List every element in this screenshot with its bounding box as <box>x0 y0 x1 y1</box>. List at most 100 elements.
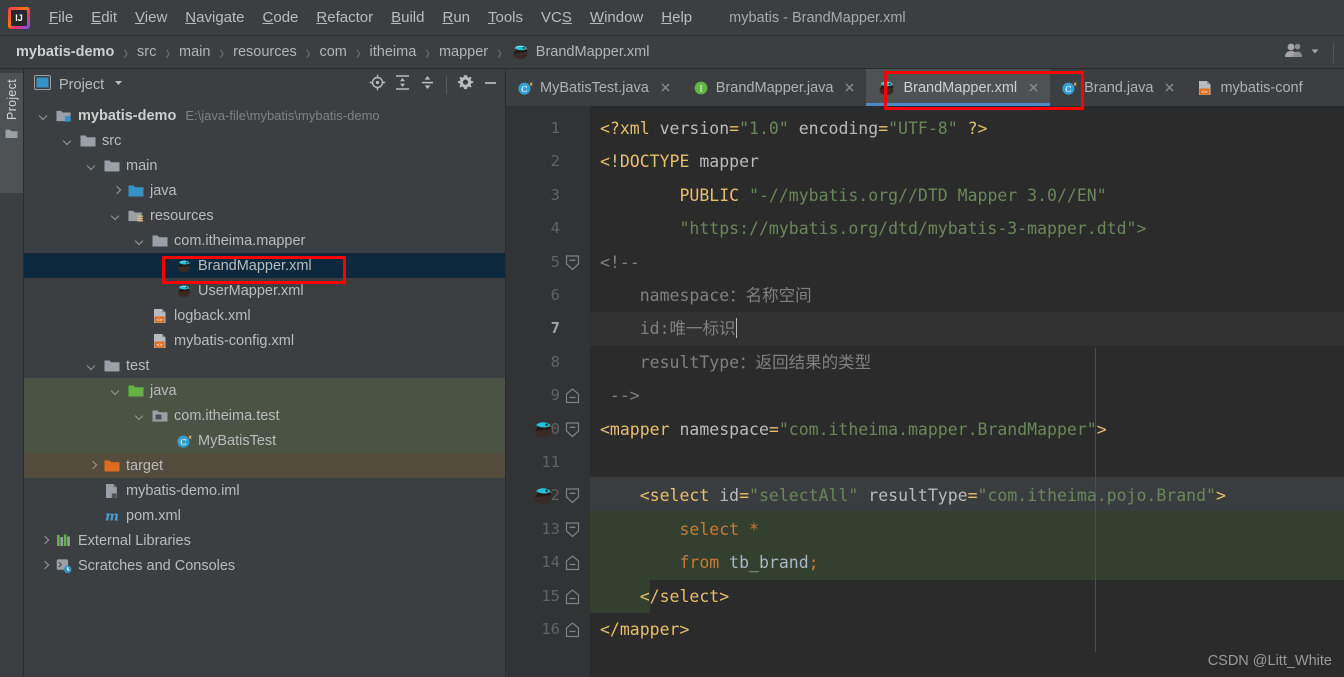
menu-item-build[interactable]: Build <box>382 6 433 29</box>
chevron-down-icon[interactable] <box>110 384 123 397</box>
tree-node-resources[interactable]: resources <box>24 203 505 228</box>
menu-item-run[interactable]: Run <box>433 6 479 29</box>
tree-node-src[interactable]: src <box>24 128 505 153</box>
code-editor[interactable]: 12345678910111213141516 <?xml version="1… <box>506 106 1344 677</box>
fold-end-icon[interactable] <box>565 622 580 638</box>
code-line-7[interactable]: id:唯一标识 <box>600 312 738 345</box>
breadcrumb-item-resources[interactable]: resources <box>231 42 299 62</box>
minimize-icon[interactable] <box>482 74 499 96</box>
fold-start-icon[interactable] <box>565 421 580 437</box>
mybatis-gutter-icon[interactable] <box>532 420 554 439</box>
code-line-3[interactable]: PUBLIC "-//mybatis.org//DTD Mapper 3.0//… <box>600 179 1106 212</box>
menu-item-tools[interactable]: Tools <box>479 6 532 29</box>
close-icon[interactable] <box>659 81 672 94</box>
breadcrumb-item-src[interactable]: src <box>135 42 158 62</box>
fold-start-icon[interactable] <box>565 254 580 270</box>
tree-node-label: MyBatisTest <box>198 432 277 449</box>
breadcrumb-item-brandmapper-xml[interactable]: BrandMapper.xml <box>509 42 652 62</box>
editor-tab-brandmapper-xml[interactable]: BrandMapper.xml <box>866 69 1051 106</box>
menu-item-refactor[interactable]: Refactor <box>307 6 382 29</box>
menu-item-window[interactable]: Window <box>581 6 652 29</box>
people-icon[interactable] <box>1283 42 1305 63</box>
tool-window-button-project[interactable]: Project <box>0 73 23 193</box>
mybatis-gutter-icon[interactable] <box>532 486 554 505</box>
fold-end-icon[interactable] <box>565 588 580 604</box>
fold-end-icon[interactable] <box>565 388 580 404</box>
code-line-1[interactable]: <?xml version="1.0" encoding="UTF-8" ?> <box>600 112 987 145</box>
chevron-right-icon[interactable] <box>110 184 123 197</box>
menu-item-code[interactable]: Code <box>254 6 308 29</box>
tree-node-main[interactable]: main <box>24 153 505 178</box>
chevron-down-icon[interactable] <box>62 134 75 147</box>
close-icon[interactable] <box>1027 81 1040 94</box>
chevron-down-icon[interactable] <box>1309 44 1321 62</box>
chevron-down-icon[interactable] <box>134 409 147 422</box>
code-line-16[interactable]: </mapper> <box>600 613 689 646</box>
editor-tab-brandmapper-java[interactable]: I BrandMapper.java <box>682 69 867 106</box>
chevron-down-icon[interactable] <box>86 159 99 172</box>
code-line-12[interactable]: <select id="selectAll" resultType="com.i… <box>600 479 1226 512</box>
chevron-right-icon[interactable] <box>38 534 51 547</box>
code-line-10[interactable]: <mapper namespace="com.itheima.mapper.Br… <box>600 413 1107 446</box>
editor-tab-mybatistest-java[interactable]: C MyBatisTest.java <box>506 69 682 106</box>
chevron-right-icon[interactable] <box>38 559 51 572</box>
chevron-down-icon[interactable] <box>110 209 123 222</box>
code-line-4[interactable]: "https://mybatis.org/dtd/mybatis-3-mappe… <box>600 212 1146 245</box>
expand-all-icon[interactable] <box>394 74 411 96</box>
chevron-down-icon[interactable] <box>134 234 147 247</box>
tree-node-scratches-and-consoles[interactable]: Scratches and Consoles <box>24 553 505 578</box>
code-line-14[interactable]: from tb_brand; <box>600 546 818 579</box>
menu-item-help[interactable]: Help <box>652 6 701 29</box>
tree-node-mybatis-demo.iml[interactable]: mybatis-demo.iml <box>24 478 505 503</box>
code-line-2[interactable]: <!DOCTYPE mapper <box>600 145 759 178</box>
tree-node-java[interactable]: java <box>24 178 505 203</box>
code-line-5[interactable]: <!-- <box>600 246 640 279</box>
gear-icon[interactable] <box>457 74 474 96</box>
chevron-down-icon[interactable] <box>86 359 99 372</box>
chevron-right-icon[interactable] <box>86 459 99 472</box>
code-line-9[interactable]: --> <box>600 379 640 412</box>
chevron-down-icon[interactable] <box>112 76 125 94</box>
fold-start-icon[interactable] <box>565 522 580 538</box>
fold-start-icon[interactable] <box>565 488 580 504</box>
tree-node-com.itheima.test[interactable]: com.itheima.test <box>24 403 505 428</box>
breadcrumb-item-mybatis-demo[interactable]: mybatis-demo <box>14 42 116 62</box>
code-line-8[interactable]: resultType：返回结果的类型 <box>600 346 871 379</box>
tree-node-mybatis-config.xml[interactable]: <> mybatis-config.xml <box>24 328 505 353</box>
tree-node-java[interactable]: java <box>24 378 505 403</box>
breadcrumb-item-itheima[interactable]: itheima <box>368 42 419 62</box>
locate-target-icon[interactable] <box>369 74 386 96</box>
tree-node-mybatistest[interactable]: C MyBatisTest <box>24 428 505 453</box>
fold-end-icon[interactable] <box>565 555 580 571</box>
tree-node-mybatis-demo[interactable]: mybatis-demo E:\java-file\mybatis\mybatis… <box>24 103 505 128</box>
breadcrumb-item-mapper[interactable]: mapper <box>437 42 490 62</box>
code-line-6[interactable]: namespace：名称空间 <box>600 279 812 312</box>
editor-tab-brand-java[interactable]: C Brand.java <box>1050 69 1186 106</box>
chevron-down-icon[interactable] <box>38 109 51 122</box>
tree-node-brandmapper.xml[interactable]: BrandMapper.xml <box>24 253 505 278</box>
close-icon[interactable] <box>1163 81 1176 94</box>
tree-node-com.itheima.mapper[interactable]: com.itheima.mapper <box>24 228 505 253</box>
breadcrumb-item-com[interactable]: com <box>317 42 348 62</box>
tree-node-label: resources <box>150 207 214 224</box>
tree-node-external-libraries[interactable]: External Libraries <box>24 528 505 553</box>
collapse-all-icon[interactable] <box>419 74 436 96</box>
menu-item-vcs[interactable]: VCS <box>532 6 581 29</box>
code-line-13[interactable]: select * <box>600 513 758 546</box>
code-line-15[interactable]: </select> <box>600 580 729 613</box>
close-icon[interactable] <box>843 81 856 94</box>
tree-node-usermapper.xml[interactable]: UserMapper.xml <box>24 278 505 303</box>
menu-item-file[interactable]: File <box>40 6 82 29</box>
tree-node-logback.xml[interactable]: <> logback.xml <box>24 303 505 328</box>
tree-node-test[interactable]: test <box>24 353 505 378</box>
menu-item-view[interactable]: View <box>126 6 176 29</box>
editor-gutter[interactable]: 12345678910111213141516 <box>506 106 590 677</box>
tree-node-pom.xml[interactable]: m pom.xml <box>24 503 505 528</box>
editor-code-area[interactable]: <?xml version="1.0" encoding="UTF-8" ?> <… <box>590 106 1344 677</box>
tree-node-target[interactable]: target <box>24 453 505 478</box>
breadcrumb-item-main[interactable]: main <box>177 42 212 62</box>
menu-item-edit[interactable]: Edit <box>82 6 126 29</box>
menu-item-navigate[interactable]: Navigate <box>176 6 253 29</box>
editor-tab-mybatis-conf[interactable]: <> mybatis-conf <box>1186 69 1312 106</box>
